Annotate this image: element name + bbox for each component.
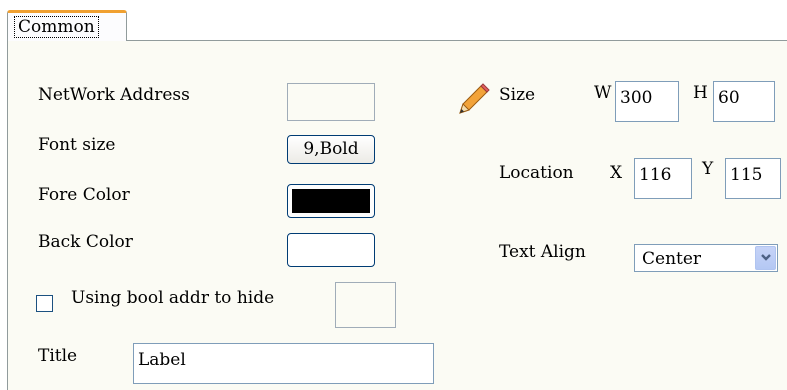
text-align-selected: Center	[642, 249, 702, 269]
bool-hide-addr-field[interactable]	[335, 282, 396, 328]
network-address-field[interactable]	[287, 83, 375, 121]
size-w-input[interactable]: 300	[615, 81, 679, 122]
size-w-label: W	[594, 83, 612, 103]
fore-color-button[interactable]	[287, 184, 375, 218]
text-align-select[interactable]: Center	[634, 244, 778, 272]
location-y-input[interactable]: 115	[725, 158, 781, 199]
location-x-input[interactable]: 116	[634, 158, 692, 199]
font-size-label: Font size	[38, 135, 116, 155]
dropdown-button[interactable]	[755, 246, 776, 270]
back-color-button[interactable]	[287, 233, 375, 267]
size-h-label: H	[693, 83, 708, 103]
back-color-label: Back Color	[38, 232, 133, 252]
location-y-label: Y	[702, 159, 714, 179]
text-align-label: Text Align	[499, 242, 586, 262]
bool-hide-label: Using bool addr to hide	[71, 288, 275, 308]
location-x-label: X	[610, 163, 623, 183]
location-label: Location	[499, 163, 574, 183]
fore-color-label: Fore Color	[38, 185, 130, 205]
pencil-icon	[457, 82, 491, 116]
size-h-input[interactable]: 60	[713, 81, 775, 122]
title-input[interactable]: Label	[133, 343, 434, 384]
font-size-button[interactable]: 9,Bold	[287, 135, 375, 164]
tab-common[interactable]: Common	[7, 10, 127, 41]
tab-common-label: Common	[14, 16, 99, 38]
size-label: Size	[499, 85, 536, 105]
title-label: Title	[38, 346, 78, 366]
bool-hide-checkbox[interactable]	[36, 295, 53, 312]
network-address-label: NetWork Address	[38, 85, 190, 105]
fore-color-swatch	[292, 189, 370, 213]
chevron-down-icon	[761, 254, 771, 261]
